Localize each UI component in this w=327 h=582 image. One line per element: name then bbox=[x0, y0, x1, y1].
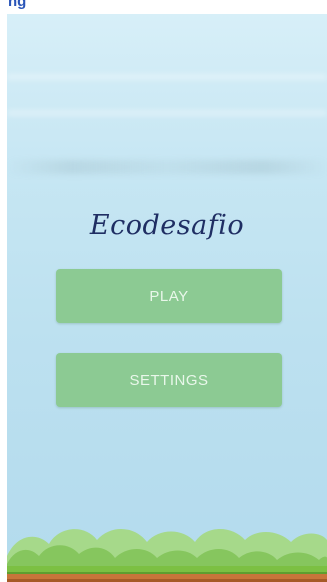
play-button[interactable]: PLAY bbox=[56, 269, 282, 323]
grass-edge bbox=[7, 572, 327, 574]
grass-strip bbox=[7, 566, 327, 573]
game-frame: ng Ecodesafio PLAY SETTINGS bbox=[0, 0, 327, 582]
top-strip-text: ng bbox=[8, 0, 27, 10]
play-button-label: PLAY bbox=[149, 287, 189, 305]
sky-haze bbox=[7, 110, 327, 116]
sky-haze bbox=[7, 74, 327, 80]
distant-cloud-band bbox=[7, 160, 327, 174]
settings-button[interactable]: SETTINGS bbox=[56, 353, 282, 407]
ground-scenery bbox=[7, 528, 327, 582]
game-title: Ecodesafio bbox=[89, 210, 245, 241]
settings-button-label: SETTINGS bbox=[129, 371, 209, 389]
main-menu-screen: Ecodesafio PLAY SETTINGS bbox=[7, 14, 327, 582]
